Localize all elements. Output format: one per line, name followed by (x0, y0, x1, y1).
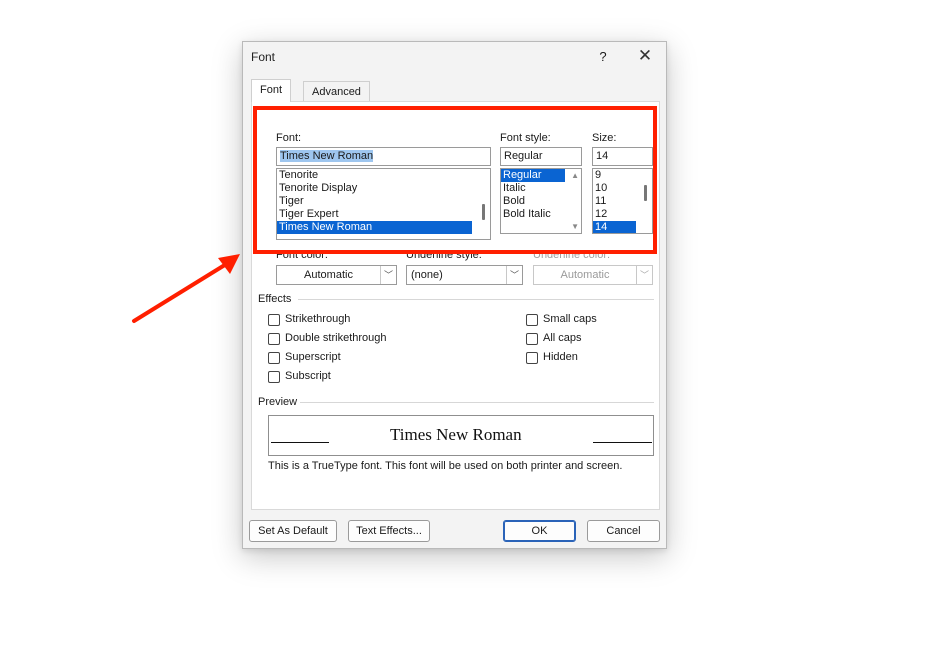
annotation-arrow-icon (132, 254, 240, 323)
tab-font[interactable]: Font (251, 79, 292, 102)
tab-font-label: Font (260, 84, 283, 96)
